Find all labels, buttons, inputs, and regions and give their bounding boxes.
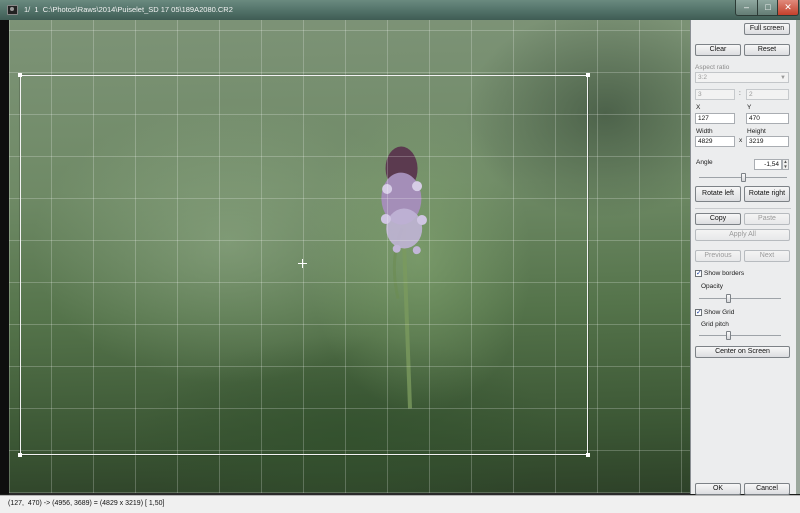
y-field[interactable]: 470	[746, 113, 789, 124]
ratio-a-field[interactable]: 3	[695, 89, 735, 100]
crop-handle-bottom-right[interactable]	[586, 453, 590, 457]
opacity-label: Opacity	[701, 283, 724, 290]
grid-pitch-slider-track	[699, 335, 781, 336]
checkmark-icon: ✓	[696, 309, 702, 316]
status-bar: (127, 470) -> (4956, 3689) = (4829 x 321…	[0, 495, 800, 513]
close-button[interactable]: ✕	[777, 0, 799, 16]
show-borders-checkbox[interactable]: ✓	[695, 270, 702, 277]
panel-divider	[695, 208, 791, 209]
left-scrollbar[interactable]	[0, 20, 9, 494]
rotate-left-button[interactable]: Rotate left	[695, 186, 741, 202]
image-viewport[interactable]	[9, 20, 690, 494]
angle-spin-arrows-icon[interactable]: ▲ ▼	[782, 159, 789, 170]
chevron-down-icon: ▼	[780, 75, 786, 81]
next-button[interactable]: Next	[744, 250, 790, 262]
show-grid-checkbox[interactable]: ✓	[695, 309, 702, 316]
full-screen-button[interactable]: Full screen	[744, 23, 790, 35]
ratio-b-field[interactable]: 2	[746, 89, 789, 100]
height-field[interactable]: 3219	[746, 136, 789, 147]
opacity-slider-track	[699, 298, 781, 299]
crop-settings-panel: Full screen Clear Reset Aspect ratio 3:2…	[690, 20, 797, 495]
checkmark-icon: ✓	[696, 270, 702, 277]
crop-handle-top-right[interactable]	[586, 73, 590, 77]
x-label: X	[696, 104, 701, 111]
angle-slider-thumb[interactable]	[741, 173, 746, 182]
cancel-button[interactable]: Cancel	[744, 483, 790, 495]
window-title: 1/ 1 C:\Photos\Raws\2014\Puiselet_SD 17 …	[24, 5, 233, 14]
angle-label: Angle	[696, 159, 713, 166]
crop-center-crosshair	[298, 259, 307, 268]
x-field[interactable]: 127	[695, 113, 735, 124]
times-label: x	[739, 137, 743, 144]
aspect-ratio-label: Aspect ratio	[695, 64, 730, 71]
grid-pitch-label: Grid pitch	[701, 321, 729, 328]
grid-pitch-slider-thumb[interactable]	[725, 331, 731, 340]
show-borders-label: Show borders	[704, 270, 745, 277]
title-bar: 1/ 1 C:\Photos\Raws\2014\Puiselet_SD 17 …	[0, 0, 800, 20]
angle-field[interactable]: -1,54	[754, 159, 782, 170]
maximize-button[interactable]: □	[757, 0, 779, 16]
copy-button[interactable]: Copy	[695, 213, 741, 225]
crop-handle-top-left[interactable]	[18, 73, 22, 77]
show-grid-label: Show Grid	[704, 309, 735, 316]
paste-button[interactable]: Paste	[744, 213, 790, 225]
crop-handle-bottom-left[interactable]	[18, 453, 22, 457]
height-label: Height	[747, 128, 766, 135]
ok-button[interactable]: OK	[695, 483, 741, 495]
apply-all-button[interactable]: Apply All	[695, 229, 790, 241]
clear-button[interactable]: Clear	[695, 44, 741, 56]
previous-button[interactable]: Previous	[695, 250, 741, 262]
status-coordinates: (127, 470) -> (4956, 3689) = (4829 x 321…	[8, 500, 165, 507]
camera-app-icon[interactable]	[7, 5, 18, 15]
ratio-separator: :	[739, 90, 741, 97]
aspect-ratio-select[interactable]: 3:2 ▼	[695, 72, 789, 83]
y-label: Y	[747, 104, 752, 111]
right-edge	[796, 20, 800, 494]
width-label: Width	[696, 128, 713, 135]
opacity-slider-thumb[interactable]	[725, 294, 731, 303]
aspect-ratio-value: 3:2	[698, 74, 708, 81]
minimize-button[interactable]: –	[735, 0, 758, 16]
center-on-screen-button[interactable]: Center on Screen	[695, 346, 790, 358]
reset-button[interactable]: Reset	[744, 44, 790, 56]
width-field[interactable]: 4829	[695, 136, 735, 147]
rotate-right-button[interactable]: Rotate right	[744, 186, 790, 202]
